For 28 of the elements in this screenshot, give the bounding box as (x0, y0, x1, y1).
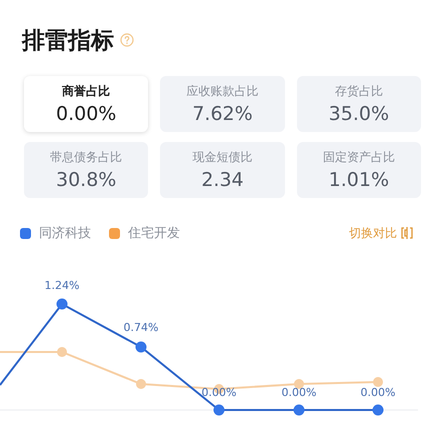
metric-label: 应收账款占比 (186, 83, 258, 100)
help-icon[interactable] (120, 33, 134, 47)
metric-value: 30.8% (56, 169, 116, 191)
metric-label: 带息债务占比 (50, 149, 122, 166)
metric-label: 存货占比 (334, 83, 383, 100)
metric-card[interactable]: 应收账款占比 7.62% (160, 76, 285, 132)
metric-card[interactable]: 商誉占比 0.00% (24, 76, 148, 132)
metric-card[interactable]: 存货占比 35.0% (296, 76, 421, 132)
metric-value: 1.01% (328, 169, 389, 191)
metric-card[interactable]: 现金短债比 2.34 (160, 142, 285, 198)
metric-value: 35.0% (328, 103, 389, 125)
data-label: 1.24% (44, 279, 80, 292)
data-label: 0.00% (360, 386, 396, 399)
data-label: 0.00% (282, 386, 316, 399)
data-label: 0.00% (202, 386, 236, 399)
metric-label: 现金短债比 (192, 149, 252, 166)
metric-card[interactable]: 带息债务占比 30.8% (24, 142, 148, 198)
metric-value: 2.34 (201, 169, 244, 191)
metric-value: 0.00% (56, 103, 116, 125)
metric-label: 固定资产占比 (322, 149, 395, 166)
metric-card[interactable]: 固定资产占比 1.01% (296, 142, 421, 198)
section-title: 排雷指标 (22, 26, 114, 56)
data-label: 0.74% (124, 321, 158, 334)
legend-label: 同济科技 (39, 225, 91, 242)
metric-value: 7.62% (192, 103, 253, 125)
metric-label: 商誉占比 (62, 83, 110, 100)
toggle-icon (401, 226, 413, 240)
legend-label: 住宅开发 (128, 225, 180, 242)
